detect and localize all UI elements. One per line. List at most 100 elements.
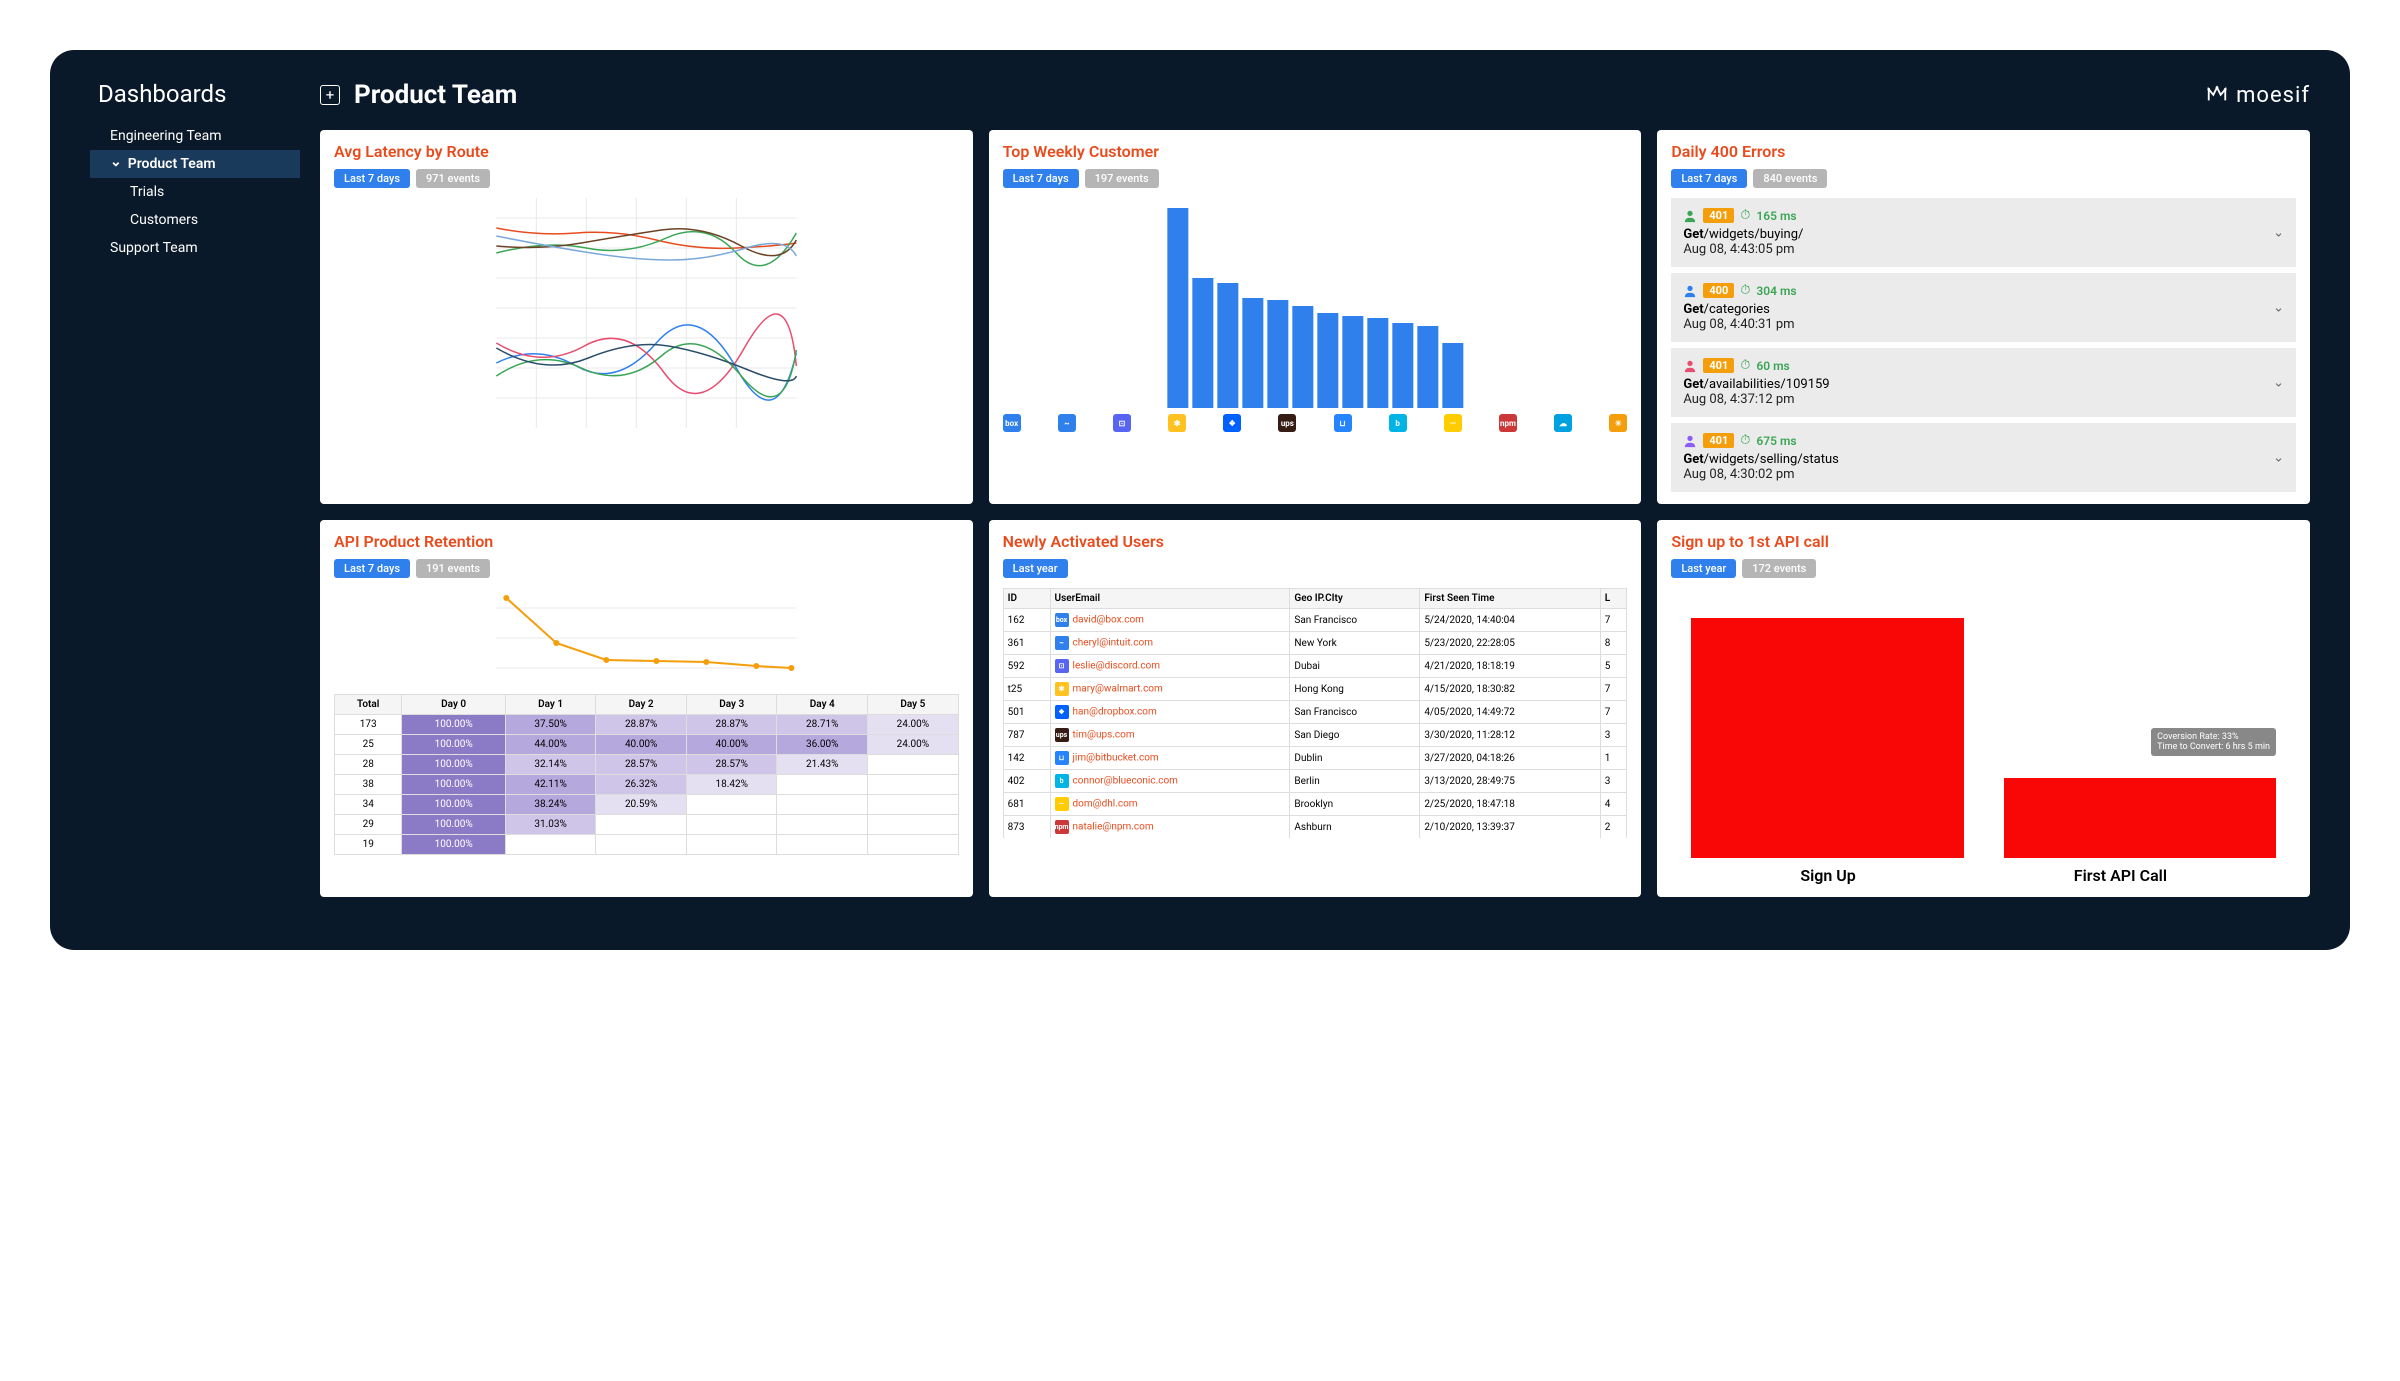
period-badge[interactable]: Last 7 days <box>334 559 410 578</box>
card-title: Sign up to 1st API call <box>1671 532 2296 551</box>
table-row[interactable]: 142 ⊔jim@bitbucket.com Dublin 3/27/2020,… <box>1003 747 1627 770</box>
users-table: IDUserEmailGeo IP.CItyFirst Seen TimeL 1… <box>1003 588 1628 838</box>
period-badge[interactable]: Last 7 days <box>1003 169 1079 188</box>
user-l-cell: 7 <box>1600 701 1627 724</box>
table-header: Day 0 <box>402 695 505 715</box>
card-title: API Product Retention <box>334 532 959 551</box>
table-cell: 173 <box>335 715 402 735</box>
blueconic-icon: b <box>1389 414 1407 432</box>
error-row[interactable]: 401 ⏱ 165 ms Get/widgets/buying/ Aug 08,… <box>1671 198 2296 267</box>
events-badge: 971 events <box>416 169 490 188</box>
company-icon: b <box>1055 774 1069 788</box>
customer-icons-row: box~⊡✱❖ups⊔b—npm☁☀ <box>1003 414 1628 432</box>
sidebar-item-label: Engineering Team <box>110 128 221 144</box>
user-l-cell: 4 <box>1600 793 1627 816</box>
user-icon <box>1683 434 1697 448</box>
user-id-cell: 142 <box>1003 747 1050 770</box>
card-avg-latency: Avg Latency by Route Last 7 days 971 eve… <box>320 130 973 504</box>
sidebar-item-product-team[interactable]: ⌄Product Team <box>90 150 300 178</box>
error-row[interactable]: 400 ⏱ 304 ms Get/categories Aug 08, 4:40… <box>1671 273 2296 342</box>
funnel-bar-signup <box>1691 618 1963 858</box>
page-title: Product Team <box>354 80 517 110</box>
table-row: 173100.00%37.50%28.87%28.87%28.71%24.00% <box>335 715 959 735</box>
table-cell <box>868 795 959 815</box>
table-row[interactable]: 787 upstim@ups.com San Diego 3/30/2020, … <box>1003 724 1627 747</box>
user-l-cell: 8 <box>1600 632 1627 655</box>
period-badge[interactable]: Last year <box>1671 559 1736 578</box>
table-cell <box>686 835 777 855</box>
card-title: Daily 400 Errors <box>1671 142 2296 161</box>
company-icon: ⊡ <box>1055 659 1069 673</box>
user-time-cell: 3/27/2020, 04:18:26 <box>1420 747 1600 770</box>
period-badge[interactable]: Last year <box>1003 559 1068 578</box>
user-time-cell: 4/05/2020, 14:49:72 <box>1420 701 1600 724</box>
user-email-cell: ✱mary@walmart.com <box>1050 678 1290 701</box>
table-cell: 28 <box>335 755 402 775</box>
table-cell: 40.00% <box>596 735 687 755</box>
table-row[interactable]: t25 ✱mary@walmart.com Hong Kong 4/15/202… <box>1003 678 1627 701</box>
user-id-cell: 592 <box>1003 655 1050 678</box>
table-cell <box>868 775 959 795</box>
user-id-cell: t25 <box>1003 678 1050 701</box>
error-row[interactable]: 401 ⏱ 675 ms Get/widgets/selling/status … <box>1671 423 2296 492</box>
table-cell: 100.00% <box>402 775 505 795</box>
table-cell <box>777 795 868 815</box>
user-city-cell: San Francisco <box>1290 609 1420 632</box>
table-row[interactable]: 402 bconnor@blueconic.com Berlin 3/13/20… <box>1003 770 1627 793</box>
table-row[interactable]: 361 ~cheryl@intuit.com New York 5/23/202… <box>1003 632 1627 655</box>
table-cell <box>596 835 687 855</box>
logo-icon <box>2206 82 2228 109</box>
user-l-cell: 3 <box>1600 724 1627 747</box>
sidebar-item-label: Support Team <box>110 240 198 256</box>
retention-line-chart <box>334 588 959 688</box>
table-cell: 20.59% <box>596 795 687 815</box>
company-icon: ❖ <box>1055 705 1069 719</box>
add-dashboard-button[interactable]: + <box>320 85 340 105</box>
table-header: Day 1 <box>505 695 596 715</box>
error-row[interactable]: 401 ⏱ 60 ms Get/availabilities/109159 Au… <box>1671 348 2296 417</box>
table-row[interactable]: 681 —dom@dhl.com Brooklyn 2/25/2020, 18:… <box>1003 793 1627 816</box>
user-time-cell: 5/23/2020, 22:28:05 <box>1420 632 1600 655</box>
period-badge[interactable]: Last 7 days <box>1671 169 1747 188</box>
customer-bar-chart <box>1003 198 1628 408</box>
sidebar-item-support-team[interactable]: Support Team <box>90 234 300 262</box>
table-cell: 32.14% <box>505 755 596 775</box>
table-cell: 34 <box>335 795 402 815</box>
user-city-cell: Dubai <box>1290 655 1420 678</box>
table-cell: 28.87% <box>596 715 687 735</box>
sidebar-item-customers[interactable]: Customers <box>90 206 300 234</box>
table-cell: 19 <box>335 835 402 855</box>
sun-icon: ☀ <box>1609 414 1627 432</box>
sidebar-item-trials[interactable]: Trials <box>90 178 300 206</box>
user-email-cell: ⊔jim@bitbucket.com <box>1050 747 1290 770</box>
table-row[interactable]: 501 ❖han@dropbox.com San Francisco 4/05/… <box>1003 701 1627 724</box>
funnel-label-1: Sign Up <box>1800 866 1855 885</box>
chevron-down-icon: ⌄ <box>2273 450 2284 465</box>
table-row[interactable]: 873 npmnatalie@npm.com Ashburn 2/10/2020… <box>1003 816 1627 839</box>
table-row: 29100.00%31.03% <box>335 815 959 835</box>
intuit-icon: ~ <box>1058 414 1076 432</box>
table-row[interactable]: 592 ⊡leslie@discord.com Dubai 4/21/2020,… <box>1003 655 1627 678</box>
table-header: Day 2 <box>596 695 687 715</box>
chevron-down-icon: ⌄ <box>2273 300 2284 315</box>
user-time-cell: 4/15/2020, 18:30:82 <box>1420 678 1600 701</box>
table-row[interactable]: 162 boxdavid@box.com San Francisco 5/24/… <box>1003 609 1627 632</box>
table-cell <box>686 795 777 815</box>
company-icon: — <box>1055 797 1069 811</box>
card-new-users: Newly Activated Users Last year IDUserEm… <box>989 520 1642 897</box>
user-icon <box>1683 209 1697 223</box>
sidebar-title: Dashboards <box>90 80 300 108</box>
status-code-badge: 400 <box>1703 283 1734 298</box>
status-code-badge: 401 <box>1703 358 1734 373</box>
table-cell: 28.71% <box>777 715 868 735</box>
sidebar-item-label: Product Team <box>128 156 216 172</box>
sidebar-item-label: Trials <box>130 184 164 200</box>
user-time-cell: 4/21/2020, 18:18:19 <box>1420 655 1600 678</box>
table-cell <box>777 835 868 855</box>
clock-icon: ⏱ <box>1740 358 1750 373</box>
table-cell: 42.11% <box>505 775 596 795</box>
table-cell: 100.00% <box>402 815 505 835</box>
sidebar-item-engineering-team[interactable]: Engineering Team <box>90 122 300 150</box>
table-cell: 37.50% <box>505 715 596 735</box>
period-badge[interactable]: Last 7 days <box>334 169 410 188</box>
